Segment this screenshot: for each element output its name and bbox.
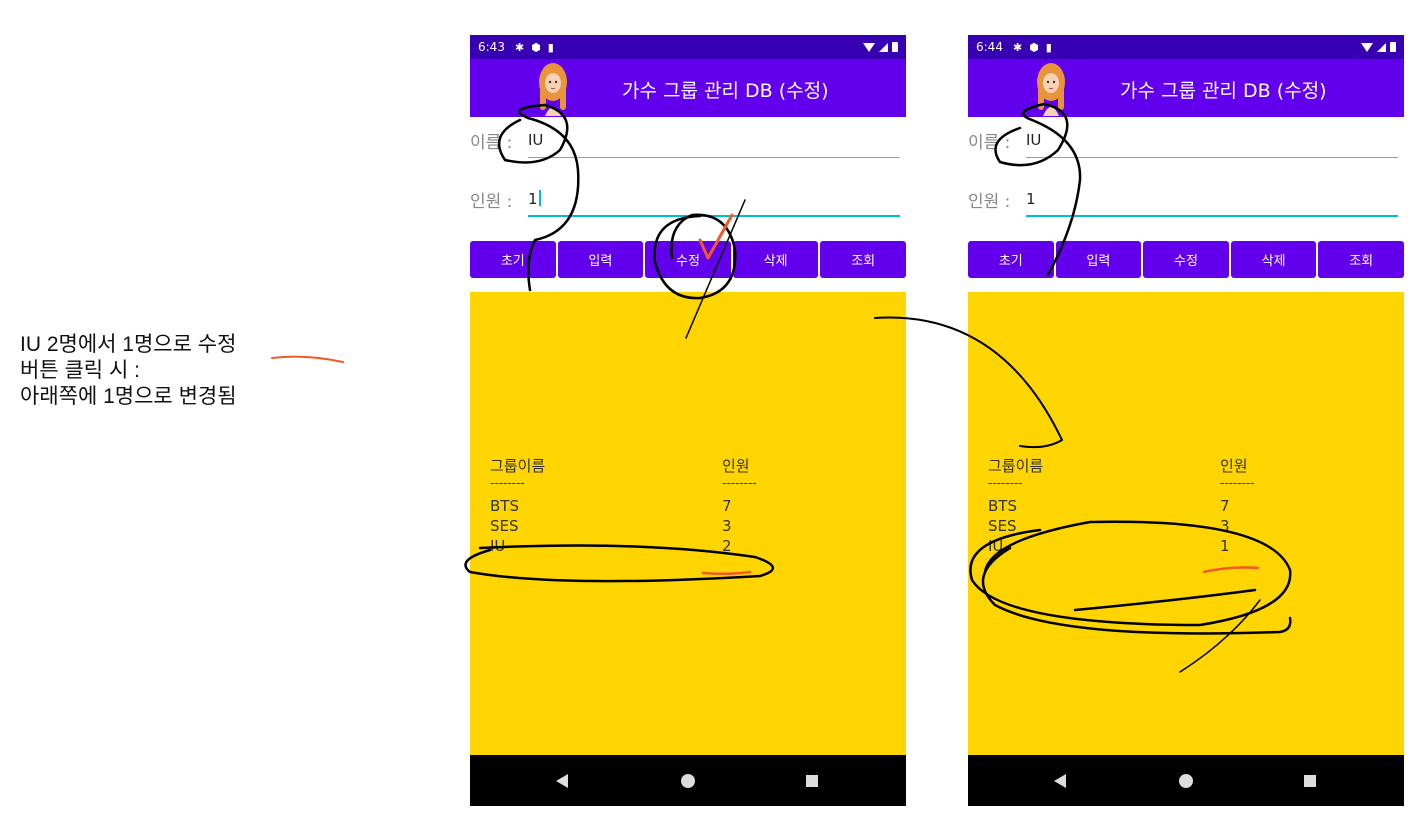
wifi-icon	[1361, 42, 1373, 52]
header-member-count: 인원	[1220, 457, 1248, 475]
status-bar: 6:44 ✱ ⬢ ▮	[968, 35, 1404, 59]
system-nav-bar	[968, 755, 1404, 806]
recents-icon[interactable]	[1304, 775, 1316, 787]
name-input[interactable]: IU	[528, 131, 543, 149]
count-input[interactable]: 1	[1026, 190, 1036, 208]
battery-icon	[892, 42, 898, 52]
count-field-row: 인원 : 1	[968, 181, 1404, 217]
init-button[interactable]: 초기	[470, 241, 556, 278]
count-label: 인원 :	[968, 192, 1011, 212]
table-row: BTS 7	[490, 497, 732, 515]
header-group-name: 그룹이름	[988, 457, 1044, 475]
insert-button[interactable]: 입력	[1055, 241, 1142, 278]
count-input-underline	[528, 215, 900, 217]
table-row: BTS 7	[988, 497, 1230, 515]
table-row: IU 2	[490, 537, 732, 555]
status-bar: 6:43 ✱ ⬢ ▮	[470, 35, 906, 59]
update-button[interactable]: 수정	[645, 241, 731, 278]
battery-icon	[1390, 42, 1396, 52]
status-time: 6:44	[976, 40, 1003, 54]
count-label: 인원 :	[470, 192, 513, 212]
result-table: 그룹이름 인원 -------- -------- BTS 7 SES 3 IU…	[490, 456, 770, 556]
sim-icon: ▮	[547, 40, 554, 54]
name-input[interactable]: IU	[1026, 131, 1041, 149]
back-icon[interactable]	[556, 774, 568, 788]
caption-emphasis: 수정	[197, 333, 237, 356]
name-field-row: 이름 : IU	[470, 122, 906, 158]
phone-screen-after: 6:44 ✱ ⬢ ▮ 가수 그룹 관리 DB (수정) 이름 : IU 인원 :…	[968, 35, 1404, 806]
update-button[interactable]: 수정	[1143, 241, 1229, 278]
app-bar: 가수 그룹 관리 DB (수정)	[968, 59, 1404, 117]
home-icon[interactable]	[1179, 774, 1193, 788]
text-cursor	[538, 190, 541, 206]
status-time: 6:43	[478, 40, 505, 54]
name-input-underline	[528, 157, 900, 158]
system-nav-bar	[470, 755, 906, 806]
table-row: SES 3	[988, 517, 1230, 535]
caption-line-2: 버튼 클릭 시 :	[20, 359, 140, 382]
table-separator: -------- --------	[988, 476, 1255, 490]
app-bar: 가수 그룹 관리 DB (수정)	[470, 59, 906, 117]
result-area: 그룹이름 인원 -------- -------- BTS 7 SES 3 IU…	[470, 292, 906, 755]
home-icon[interactable]	[681, 774, 695, 788]
caption-line-1: IU 2명에서 1명으로 수정	[20, 333, 237, 356]
action-buttons: 초기 입력 수정 삭제 조회	[470, 241, 906, 278]
wifi-icon	[863, 42, 875, 52]
gear-icon: ✱	[1012, 40, 1023, 54]
sim-icon: ▮	[1045, 40, 1052, 54]
header-member-count: 인원	[722, 457, 750, 475]
shield-icon: ⬢	[531, 40, 541, 54]
table-row: IU 1	[988, 537, 1230, 555]
shield-icon: ⬢	[1029, 40, 1039, 54]
name-field-row: 이름 : IU	[968, 122, 1404, 158]
table-header: 그룹이름 인원	[490, 456, 770, 478]
recents-icon[interactable]	[806, 775, 818, 787]
signal-icon	[879, 42, 888, 52]
select-button[interactable]: 조회	[1318, 241, 1404, 278]
table-separator: -------- --------	[490, 476, 757, 490]
app-title: 가수 그룹 관리 DB (수정)	[622, 80, 829, 102]
name-label: 이름 :	[968, 133, 1011, 153]
action-buttons: 초기 입력 수정 삭제 조회	[968, 241, 1404, 278]
result-area: 그룹이름 인원 -------- -------- BTS 7 SES 3 IU…	[968, 292, 1404, 755]
caption-line-3: 아래쪽에 1명으로 변경됨	[20, 385, 237, 408]
count-input-underline	[1026, 215, 1398, 217]
caption-underline	[271, 355, 344, 363]
table-row: SES 3	[490, 517, 732, 535]
init-button[interactable]: 초기	[968, 241, 1054, 278]
phone-screen-before: 6:43 ✱ ⬢ ▮ 가수 그룹 관리 DB (수정) 이름 : IU 인원 :…	[470, 35, 906, 806]
insert-button[interactable]: 입력	[557, 241, 644, 278]
count-input[interactable]: 1	[528, 190, 541, 208]
count-field-row: 인원 : 1	[470, 181, 906, 217]
app-title: 가수 그룹 관리 DB (수정)	[1120, 80, 1327, 102]
header-group-name: 그룹이름	[490, 457, 546, 475]
back-icon[interactable]	[1054, 774, 1066, 788]
result-table: 그룹이름 인원 -------- -------- BTS 7 SES 3 IU…	[988, 456, 1268, 556]
girl-avatar-icon	[539, 63, 567, 116]
name-label: 이름 :	[470, 133, 513, 153]
delete-button[interactable]: 삭제	[732, 241, 819, 278]
instruction-caption: IU 2명에서 1명으로 수정 버튼 클릭 시 : 아래쪽에 1명으로 변경됨	[20, 332, 237, 410]
signal-icon	[1377, 42, 1386, 52]
select-button[interactable]: 조회	[820, 241, 906, 278]
table-header: 그룹이름 인원	[988, 456, 1268, 478]
name-input-underline	[1026, 157, 1398, 158]
gear-icon: ✱	[514, 40, 525, 54]
delete-button[interactable]: 삭제	[1230, 241, 1317, 278]
girl-avatar-icon	[1037, 63, 1065, 116]
